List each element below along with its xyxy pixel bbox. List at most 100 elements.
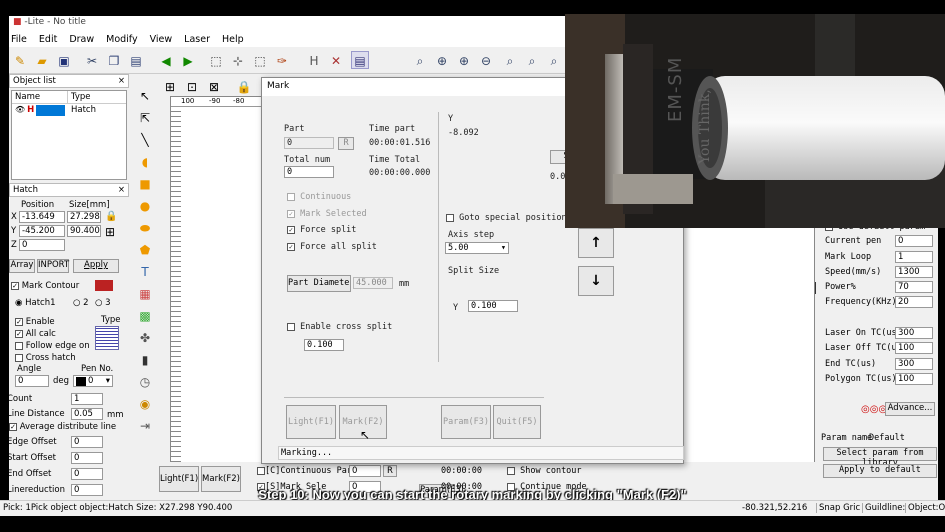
quit-button[interactable]: Quit(F5) (493, 405, 541, 439)
zoom-icon[interactable]: ⌕ (411, 51, 429, 69)
goto-special-checkbox[interactable]: Goto special position (446, 213, 567, 223)
select-param-button[interactable]: Select param from library (823, 447, 937, 468)
force-all-split-checkbox[interactable]: ✓ Force all split (287, 242, 377, 252)
all-calc-checkbox[interactable]: ✓ All calc (15, 329, 56, 339)
continuous-part-input[interactable]: 0 (349, 465, 381, 477)
grid-anchor-icon[interactable]: ⊞ (105, 226, 115, 238)
hatch1-radio[interactable]: ◉ Hatch1 (15, 298, 56, 308)
x-position-input[interactable]: -13.649 (19, 211, 65, 223)
current-pen-input[interactable]: 0 (895, 235, 933, 247)
x-size-input[interactable]: 27.298 (67, 211, 101, 223)
z-position-input[interactable]: 0 (19, 239, 65, 251)
line-distance-input[interactable]: 0.05 (71, 408, 103, 420)
power-input[interactable]: 70 (895, 281, 933, 293)
pen-color-icon[interactable]: ◎◎◎ (861, 404, 887, 415)
advance-button[interactable]: Advance... (885, 402, 935, 416)
zoom-out-icon[interactable]: ⊖ (477, 51, 495, 69)
undo-icon[interactable]: ◀ (157, 51, 175, 69)
laser-off-input[interactable]: 100 (895, 342, 933, 354)
lock-icon[interactable]: 🔒 (105, 211, 117, 222)
bitmap-icon[interactable]: ▦ (136, 284, 154, 302)
speed-input[interactable]: 1300 (895, 266, 933, 278)
select-node-icon[interactable]: ⬚ (207, 51, 225, 69)
arrow-up-button[interactable]: ↑ (578, 228, 614, 258)
transform-icon[interactable]: ⬚ (251, 51, 269, 69)
pen-icon[interactable]: ✑ (273, 51, 291, 69)
menu-laser[interactable]: Laser (184, 34, 210, 45)
snap-grid-status[interactable]: Snap Gric (816, 503, 860, 513)
zoom-fit-icon[interactable]: ⌕ (501, 51, 519, 69)
force-split-checkbox[interactable]: ✓ Force split (287, 225, 356, 235)
node-edit-icon[interactable]: ⊹ (229, 51, 247, 69)
param-button[interactable]: Param(F3) (441, 405, 491, 439)
lock-icon[interactable]: 🔒 (235, 77, 253, 95)
frequency-input[interactable]: 20 (895, 296, 933, 308)
y-size-input[interactable]: 90.400 (67, 225, 101, 237)
hatch2-radio[interactable]: ○ 2 (73, 298, 89, 308)
menu-file[interactable]: File (11, 34, 27, 45)
reset-button[interactable]: R (383, 465, 397, 477)
node-select-icon[interactable]: ⇱ (136, 108, 154, 126)
total-num-input[interactable]: 0 (284, 166, 334, 178)
zoom-all-icon[interactable]: ⌕ (545, 51, 563, 69)
eye-icon[interactable]: 👁 (15, 105, 25, 116)
new-file-icon[interactable]: ✎ (11, 51, 29, 69)
end-offset-input[interactable]: 0 (71, 468, 103, 480)
object-status[interactable]: Object:O (905, 503, 945, 513)
enable-checkbox[interactable]: ✓ Enable (15, 317, 55, 327)
line-icon[interactable]: ╲ (136, 130, 154, 148)
signal-light-icon[interactable]: ◉ (136, 394, 154, 412)
start-offset-input[interactable]: 0 (71, 452, 103, 464)
continuous-part-checkbox[interactable]: [C]Continuous Part (257, 466, 357, 476)
menu-view[interactable]: View (150, 34, 173, 45)
image-icon[interactable]: ▩ (136, 306, 154, 324)
light-button[interactable]: Light(F1) (286, 405, 336, 439)
select-arrow-icon[interactable]: ↖ (136, 86, 154, 104)
show-contour-checkbox[interactable]: Show contour (507, 466, 582, 476)
mark-loop-input[interactable]: 1 (895, 251, 933, 263)
ellipse-icon[interactable]: ⬬ (136, 218, 154, 236)
list-icon[interactable]: ▤ (351, 51, 369, 69)
menu-edit[interactable]: Edit (39, 34, 57, 45)
menu-help[interactable]: Help (222, 34, 244, 45)
redo-icon[interactable]: ▶ (179, 51, 197, 69)
avg-distribute-checkbox[interactable]: ✓ Average distribute line (9, 422, 116, 432)
zoom-in-icon[interactable]: ⊕ (433, 51, 451, 69)
apply-default-button[interactable]: Apply to default (823, 464, 937, 478)
save-icon[interactable]: ▣ (55, 51, 73, 69)
cross-split-input[interactable]: 0.100 (304, 339, 344, 351)
close-icon[interactable]: × (118, 76, 125, 86)
flag-icon[interactable] (95, 280, 113, 291)
h-align-icon[interactable]: H (305, 51, 323, 69)
hatch-type-pattern-icon[interactable] (95, 326, 119, 350)
arrow-down-button[interactable]: ↓ (578, 266, 614, 296)
tools-icon[interactable]: ✕ (327, 51, 345, 69)
continuous-checkbox[interactable]: Continuous (287, 192, 351, 202)
text-icon[interactable]: T (136, 262, 154, 280)
cut-icon[interactable]: ✂ (83, 51, 101, 69)
import-button[interactable]: INPORT (37, 259, 69, 273)
polygon-icon[interactable]: ⬟ (136, 240, 154, 258)
enable-cross-split-checkbox[interactable]: Enable cross split (287, 322, 392, 332)
input-port-icon[interactable]: ⇥ (136, 416, 154, 434)
part-diameter-input[interactable]: 45.000 (353, 277, 393, 289)
column-header-type[interactable]: Type (68, 91, 94, 103)
menu-draw[interactable]: Draw (69, 34, 94, 45)
paste-icon[interactable]: ▤ (127, 51, 145, 69)
close-icon[interactable]: × (118, 185, 125, 195)
axis-step-select[interactable]: 5.00 ▾ (445, 242, 509, 254)
vector-file-icon[interactable]: ✤ (136, 328, 154, 346)
column-header-name[interactable]: Name (12, 91, 68, 103)
curve-icon[interactable]: ◖ (136, 152, 154, 170)
part-diameter-button[interactable]: Part Diameter (287, 275, 351, 292)
snap-guide-icon[interactable]: ⊠ (205, 77, 223, 95)
zoom-select-icon[interactable]: ⌕ (523, 51, 541, 69)
edge-offset-input[interactable]: 0 (71, 436, 103, 448)
snap-object-icon[interactable]: ⊡ (183, 77, 201, 95)
circle-icon[interactable]: ● (136, 196, 154, 214)
open-folder-icon[interactable]: ▰ (33, 51, 51, 69)
rectangle-icon[interactable]: ■ (136, 174, 154, 192)
table-row[interactable]: 👁 H Hatch (12, 104, 126, 117)
mark-selected-checkbox[interactable]: ✓ Mark Selected (287, 209, 367, 219)
array-button[interactable]: Array (9, 259, 35, 273)
